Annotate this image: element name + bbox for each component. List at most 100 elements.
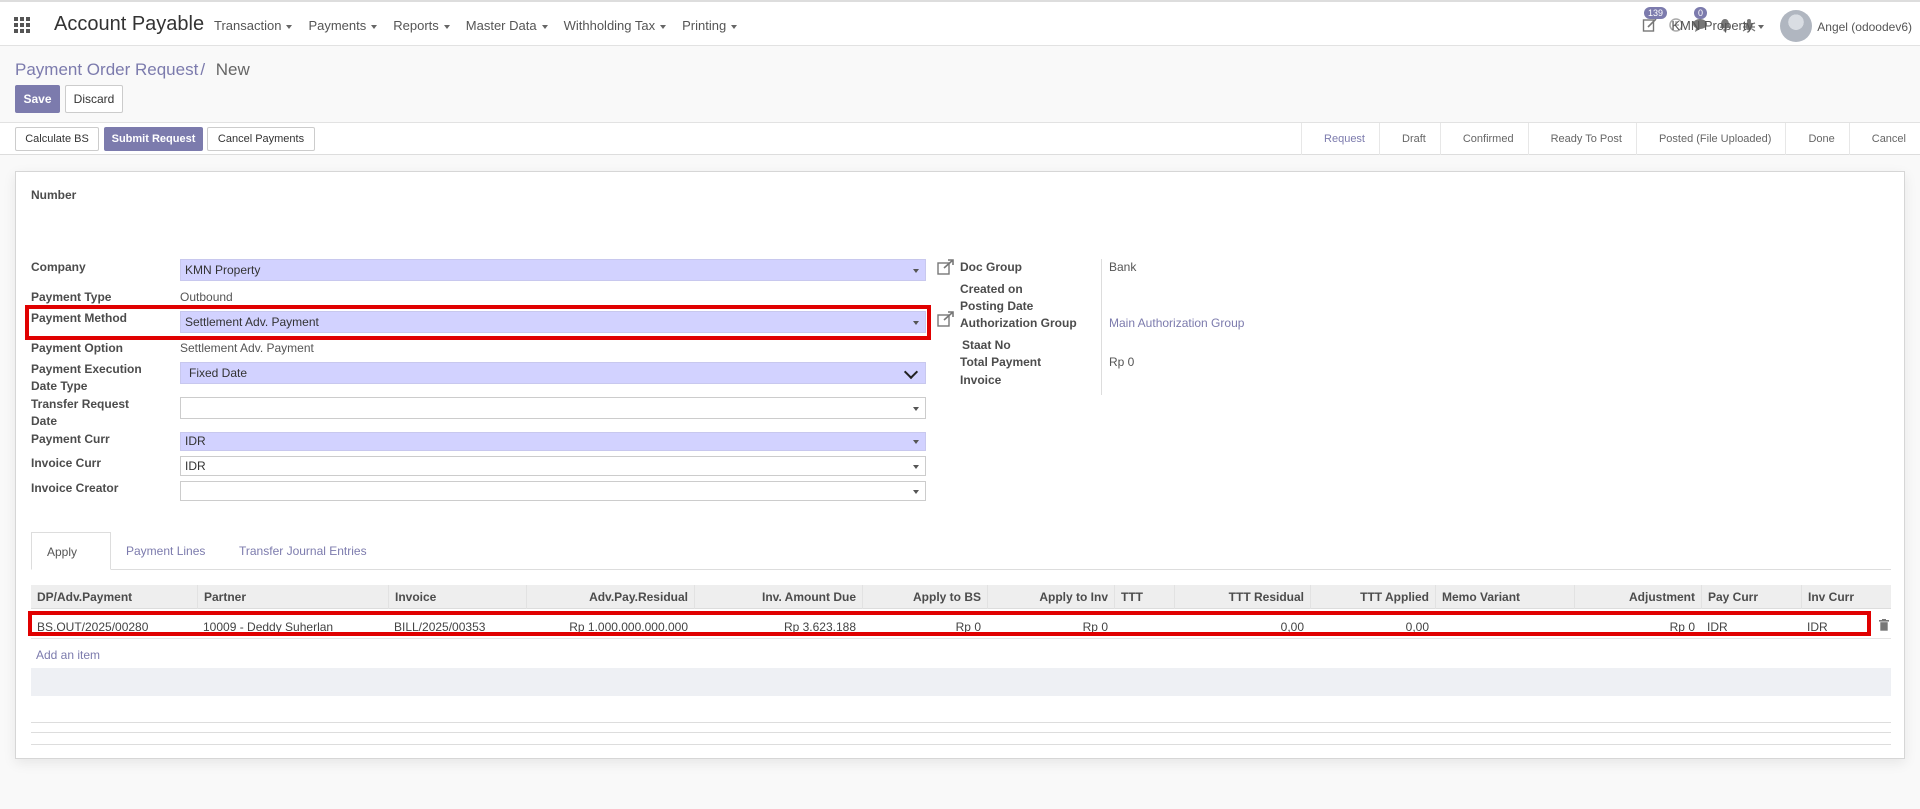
table-header: DP/Adv.Payment Partner Invoice Adv.Pay.R… bbox=[31, 585, 1891, 609]
invoice-curr-field[interactable]: IDR bbox=[180, 456, 926, 476]
menu-master-data[interactable]: Master Data bbox=[466, 18, 548, 33]
created-on-label: Created on bbox=[960, 282, 1023, 296]
user-menu[interactable]: Angel (odoodev6) bbox=[1817, 20, 1912, 34]
table-footer-line-2 bbox=[31, 732, 1891, 733]
payment-option-label: Payment Option bbox=[31, 341, 124, 355]
form-sheet: Number Company KMN Property Payment Type… bbox=[15, 171, 1905, 759]
invoice-creator-label: Invoice Creator bbox=[31, 481, 119, 495]
stage-draft[interactable]: Draft bbox=[1379, 123, 1440, 155]
table-row[interactable]: BS.OUT/2025/00280 10009 - Deddy Suherlan… bbox=[31, 615, 1891, 639]
payment-method-field[interactable]: Settlement Adv. Payment bbox=[180, 311, 926, 333]
cell-memo-variant bbox=[1435, 615, 1574, 639]
transfer-request-date-field[interactable] bbox=[180, 397, 926, 419]
stage-cancel[interactable]: Cancel bbox=[1848, 123, 1920, 155]
systray: 139 0 KMN Property Angel (odoodev6) bbox=[1520, 2, 1920, 48]
col-apply-to-inv[interactable]: Apply to Inv bbox=[987, 585, 1114, 609]
apply-bs-table: DP/Adv.Payment Partner Invoice Adv.Pay.R… bbox=[31, 585, 1891, 639]
stage-request[interactable]: Request bbox=[1301, 123, 1379, 155]
cell-pay-curr: IDR bbox=[1707, 620, 1728, 634]
stage-confirmed[interactable]: Confirmed bbox=[1439, 123, 1528, 155]
authorization-group-label: Authorization Group bbox=[960, 316, 1077, 330]
trash-icon[interactable] bbox=[1879, 619, 1889, 631]
save-button[interactable]: Save bbox=[15, 85, 60, 113]
payment-curr-field[interactable]: IDR bbox=[180, 432, 926, 451]
menu-reports[interactable]: Reports bbox=[393, 18, 450, 33]
cell-adjustment: Rp 0 bbox=[1669, 620, 1695, 634]
invoice-creator-field[interactable] bbox=[180, 481, 926, 501]
cell-inv-curr: IDR bbox=[1807, 620, 1828, 634]
company-switcher[interactable]: KMN Property bbox=[1671, 18, 1764, 33]
payment-execution-date-type-label: Payment Execution Date Type bbox=[31, 362, 142, 393]
doc-group-value: Bank bbox=[1109, 260, 1137, 274]
col-inv-curr[interactable]: Inv Curr bbox=[1801, 585, 1891, 609]
payment-curr-label: Payment Curr bbox=[31, 432, 110, 446]
number-label: Number bbox=[31, 188, 77, 202]
col-memo-variant[interactable]: Memo Variant bbox=[1435, 585, 1574, 609]
menu-transaction[interactable]: Transaction bbox=[214, 18, 293, 33]
tab-transfer-journal-entries[interactable]: Transfer Journal Entries bbox=[224, 532, 382, 570]
col-partner[interactable]: Partner bbox=[197, 585, 388, 609]
col-inv-amount-due[interactable]: Inv. Amount Due bbox=[694, 585, 862, 609]
chevron-down-icon bbox=[903, 364, 919, 380]
col-ttt-residual[interactable]: TTT Residual bbox=[1174, 585, 1310, 609]
col-ttt-applied[interactable]: TTT Applied bbox=[1310, 585, 1435, 609]
col-dp-adv-payment[interactable]: DP/Adv.Payment bbox=[31, 585, 197, 609]
cancel-payments-button[interactable]: Cancel Payments bbox=[207, 127, 315, 151]
invoice-label: Invoice bbox=[960, 373, 1002, 387]
main-menu: Transaction Payments Reports Master Data… bbox=[214, 18, 753, 33]
transfer-request-date-label: Transfer Request Date bbox=[31, 397, 130, 428]
execution-date-type-select[interactable]: Fixed Date bbox=[180, 362, 926, 384]
col-apply-to-bs[interactable]: Apply to BS bbox=[862, 585, 987, 609]
tab-apply-bs[interactable]: Apply BS bbox=[31, 532, 111, 597]
cell-dp-adv-payment: BS.OUT/2025/00280 bbox=[37, 620, 149, 634]
breadcrumb-parent-link[interactable]: Payment Order Request bbox=[15, 60, 198, 79]
submit-request-button[interactable]: Submit Request bbox=[104, 127, 203, 151]
col-pay-curr[interactable]: Pay Curr bbox=[1701, 585, 1801, 609]
menu-payments[interactable]: Payments bbox=[308, 18, 378, 33]
stage-done[interactable]: Done bbox=[1785, 123, 1848, 155]
authorization-group-link[interactable]: Main Authorization Group bbox=[1109, 315, 1244, 332]
col-invoice[interactable]: Invoice bbox=[388, 585, 526, 609]
breadcrumb-separator: / bbox=[200, 60, 206, 79]
discard-button[interactable]: Discard bbox=[65, 85, 123, 113]
company-field[interactable]: KMN Property bbox=[180, 259, 926, 281]
table-empty-row bbox=[31, 668, 1891, 696]
col-adjustment[interactable]: Adjustment bbox=[1574, 585, 1701, 609]
column-divider bbox=[1101, 259, 1102, 395]
col-adv-pay-residual[interactable]: Adv.Pay.Residual bbox=[526, 585, 694, 609]
user-avatar[interactable] bbox=[1780, 10, 1812, 42]
cell-inv-amount-due: Rp 3.623.188 bbox=[783, 620, 856, 634]
calculate-bs-button[interactable]: Calculate BS bbox=[15, 127, 99, 151]
apps-menu-icon[interactable] bbox=[14, 17, 30, 33]
breadcrumb-current: New bbox=[215, 60, 250, 79]
cell-invoice: BILL/2025/00353 bbox=[394, 620, 486, 634]
company-external-link-icon[interactable] bbox=[937, 259, 955, 275]
staat-no-label: Staat No bbox=[962, 338, 1011, 352]
cell-ttt-applied: 0,00 bbox=[1405, 620, 1429, 634]
menu-printing[interactable]: Printing bbox=[682, 18, 738, 33]
add-an-item-link[interactable]: Add an item bbox=[36, 648, 100, 662]
app-title: Account Payable bbox=[54, 13, 205, 35]
payment-type-value: Outbound bbox=[180, 290, 233, 304]
notebook-tabs: Apply BS Payment Lines Transfer Journal … bbox=[31, 532, 1891, 597]
breadcrumb: Payment Order Request / New bbox=[15, 60, 250, 80]
cell-adv-pay-residual: Rp 1.000.000.000.000 bbox=[569, 620, 688, 634]
stage-posted[interactable]: Posted (File Uploaded) bbox=[1635, 123, 1786, 155]
payment-option-value: Settlement Adv. Payment bbox=[180, 341, 314, 355]
doc-group-label: Doc Group bbox=[960, 260, 1022, 274]
table-footer-line-3 bbox=[31, 744, 1891, 745]
col-ttt[interactable]: TTT bbox=[1114, 585, 1174, 609]
posting-date-label: Posting Date bbox=[960, 299, 1034, 313]
total-payment-label: Total Payment bbox=[960, 355, 1042, 369]
payment-method-external-link-icon[interactable] bbox=[937, 311, 955, 327]
cell-apply-to-inv: Rp 0 bbox=[1082, 620, 1108, 634]
status-stages: Request Draft Confirmed Ready To Post Po… bbox=[1301, 123, 1920, 155]
stage-ready-to-post[interactable]: Ready To Post bbox=[1527, 123, 1636, 155]
activity-edit-icon[interactable]: 139 bbox=[1642, 7, 1668, 33]
company-label: Company bbox=[31, 260, 86, 274]
payment-method-label: Payment Method bbox=[31, 311, 128, 325]
tab-payment-lines[interactable]: Payment Lines bbox=[111, 532, 220, 570]
status-bar: Calculate BS Submit Request Cancel Payme… bbox=[0, 123, 1920, 155]
menu-withholding-tax[interactable]: Withholding Tax bbox=[564, 18, 667, 33]
invoice-curr-label: Invoice Curr bbox=[31, 456, 102, 470]
